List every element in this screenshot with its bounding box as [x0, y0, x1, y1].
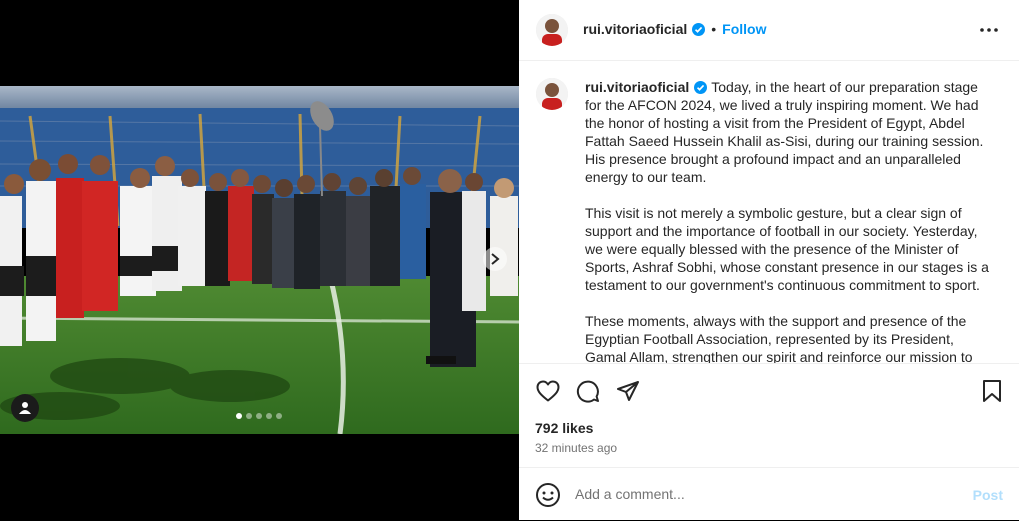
carousel-dot [256, 413, 262, 419]
carousel-dot [266, 413, 272, 419]
caption-paragraph: These moments, always with the support a… [585, 313, 973, 363]
more-options-button[interactable] [977, 20, 1001, 40]
send-icon [617, 381, 639, 401]
carousel-indicator [236, 413, 282, 419]
follow-button[interactable]: Follow [722, 21, 766, 37]
post-comment-button[interactable]: Post [973, 487, 1003, 503]
save-button[interactable] [979, 378, 1005, 404]
more-dots-icon [980, 28, 998, 32]
user-icon [19, 402, 31, 414]
comment-composer: Add a comment... Post [519, 467, 1019, 521]
likes-count[interactable]: 792 likes [535, 420, 593, 436]
share-button[interactable] [615, 378, 641, 404]
chevron-right-icon [491, 253, 500, 265]
carousel-dot [246, 413, 252, 419]
username-link[interactable]: rui.vitoriaoficial [583, 21, 687, 37]
post-details-panel: rui.vitoriaoficial • Follow rui.vitoriao… [519, 0, 1019, 520]
caption-text: rui.vitoriaoficial Today, in the heart of… [585, 78, 991, 363]
like-button[interactable] [535, 378, 561, 404]
caption-paragraph: This visit is not merely a symbolic gest… [585, 205, 989, 293]
verified-badge-icon [692, 22, 706, 36]
actions-section: 792 likes 32 minutes ago [519, 363, 1019, 468]
media-pane [0, 0, 519, 520]
stadium-photo [0, 86, 519, 434]
comment-icon [576, 380, 599, 403]
carousel-next-button[interactable] [483, 247, 507, 271]
caption-section: rui.vitoriaoficial Today, in the heart of… [519, 61, 1019, 363]
avatar[interactable] [536, 14, 568, 46]
carousel-dot [236, 413, 242, 419]
post-timestamp[interactable]: 32 minutes ago [535, 441, 617, 455]
username-link[interactable]: rui.vitoriaoficial [585, 79, 689, 95]
bookmark-icon [983, 380, 1001, 402]
carousel-dot [276, 413, 282, 419]
emoji-icon[interactable] [535, 482, 561, 508]
comment-button[interactable] [575, 378, 601, 404]
verified-badge-icon [694, 81, 708, 94]
avatar[interactable] [536, 78, 568, 110]
separator-dot: • [711, 21, 717, 37]
post-header: rui.vitoriaoficial • Follow [519, 0, 1019, 61]
heart-icon [536, 380, 560, 402]
tagged-users-button[interactable] [11, 394, 39, 422]
post-photo[interactable] [0, 86, 519, 434]
comment-input[interactable]: Add a comment... [575, 486, 685, 502]
